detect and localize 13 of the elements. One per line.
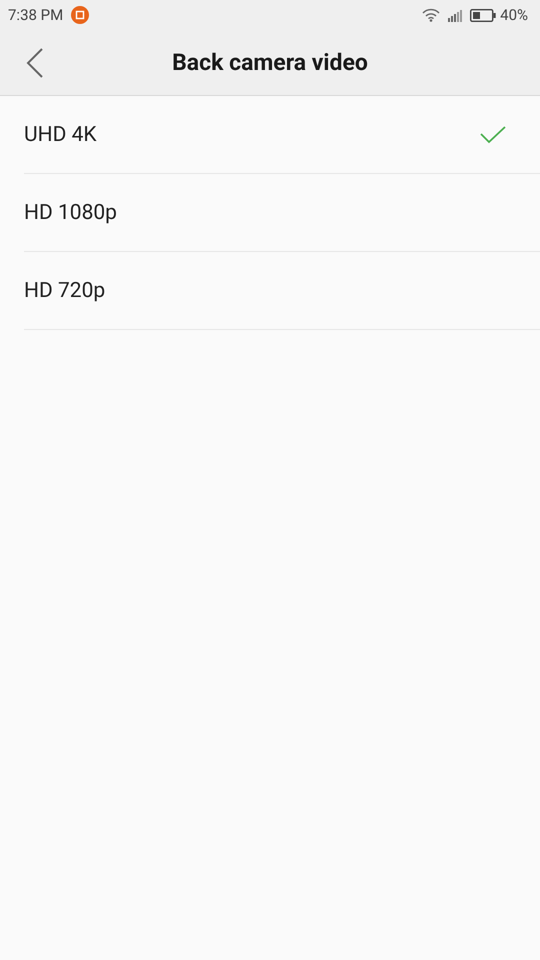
signal-icon [448,8,462,22]
battery-percentage: 40% [500,6,528,24]
option-label: HD 1080p [24,200,118,224]
notification-icon [71,6,90,24]
page-title: Back camera video [172,49,368,76]
wifi-icon [422,8,440,22]
option-label: UHD 4K [24,122,98,146]
option-label: HD 720p [24,278,106,302]
status-time: 7:38 PM [8,6,64,24]
option-row[interactable]: HD 1080p [24,174,540,252]
battery-icon [470,8,496,22]
option-row[interactable]: HD 720p [24,252,540,330]
option-row[interactable]: UHD 4K [24,96,540,174]
